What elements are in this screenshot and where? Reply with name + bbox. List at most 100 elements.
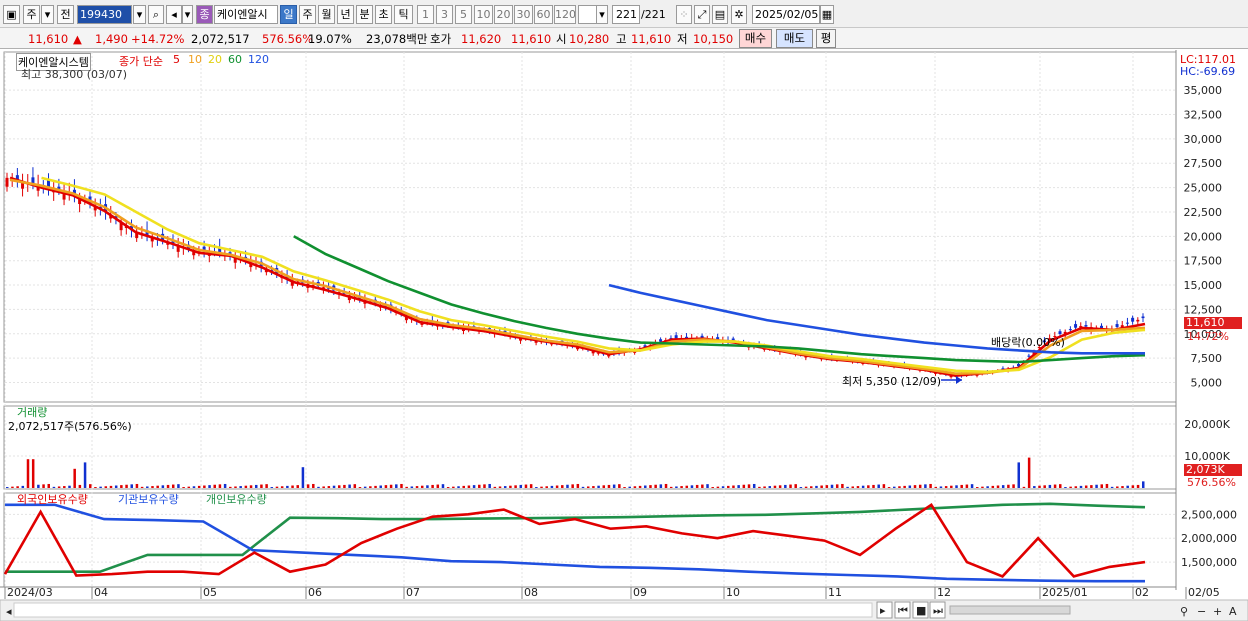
volume-bar	[965, 484, 969, 488]
volume-percent: 576.56%	[1187, 476, 1236, 489]
search-icon[interactable]: ⌕	[148, 5, 164, 24]
period-second-button[interactable]: 초	[375, 5, 392, 24]
ma-legend-20: 20	[208, 53, 222, 66]
volume-bar	[1027, 457, 1031, 488]
volume-bar	[794, 484, 797, 488]
volume-bar	[249, 485, 253, 488]
ask-value: 11,610	[511, 32, 552, 46]
volume-bar	[815, 485, 818, 488]
sound-dropdown-icon[interactable]: ▾	[182, 5, 193, 24]
interval-30-button[interactable]: 30	[514, 5, 533, 24]
volume-bar	[306, 484, 310, 488]
volume-bar	[908, 485, 912, 488]
interval-5-button[interactable]: 5	[455, 5, 472, 24]
sell-button[interactable]: 매도	[776, 29, 813, 48]
chart-tools-icon[interactable]: ⁘	[676, 5, 692, 24]
mode-dropdown-icon[interactable]: ▾	[41, 5, 54, 24]
volume-bar	[996, 485, 1000, 488]
period-minute-button[interactable]: 분	[356, 5, 373, 24]
line-draw-icon[interactable]: ⤢	[694, 5, 710, 24]
x-tick-label: 07	[406, 586, 420, 599]
mode-prev-button[interactable]: 전	[57, 5, 74, 24]
open-value: 10,280	[569, 32, 610, 46]
period-year-button[interactable]: 년	[337, 5, 354, 24]
volume-bar	[986, 486, 989, 488]
volume-bar	[21, 485, 25, 488]
volume-bar	[934, 486, 938, 488]
period-week-button[interactable]: 주	[299, 5, 316, 24]
volume-bar	[125, 484, 128, 488]
up-arrow-icon: ▲	[73, 32, 82, 46]
eval-button[interactable]: 평	[816, 29, 836, 48]
gear-icon[interactable]: ✲	[731, 5, 747, 24]
volume-bar	[1105, 483, 1109, 488]
stock-name-field[interactable]: 케이엔알시	[214, 5, 278, 24]
interval-3-button[interactable]: 3	[436, 5, 453, 24]
volume-bar	[950, 485, 953, 488]
mode-week-button[interactable]: 주	[23, 5, 40, 24]
volume-bar	[856, 486, 860, 488]
count-input[interactable]: 221	[612, 5, 640, 24]
volume-bar	[514, 485, 517, 488]
interval-60-button[interactable]: 60	[534, 5, 553, 24]
volume-bar	[695, 484, 699, 488]
volume-bar	[1090, 485, 1093, 488]
interval-20-button[interactable]: 20	[494, 5, 513, 24]
candle-body	[1131, 317, 1135, 322]
window-icon[interactable]: ▣	[3, 5, 20, 24]
volume-bar	[1069, 486, 1072, 488]
high-label: 고	[616, 32, 627, 46]
interval-dropdown-icon[interactable]: ▾	[596, 5, 608, 24]
scroll-right-icon: ▸	[880, 604, 886, 617]
volume-bar	[1100, 484, 1104, 488]
period-tick-button[interactable]: 틱	[394, 5, 413, 24]
stock-code-input[interactable]: 199430	[77, 5, 132, 24]
volume-bar	[773, 485, 777, 488]
volume-bar	[841, 483, 844, 488]
period-month-button[interactable]: 월	[318, 5, 335, 24]
interval-120-button[interactable]: 120	[554, 5, 576, 24]
volume-bar	[550, 485, 554, 488]
volume-bar	[229, 486, 232, 488]
candle-body	[5, 177, 9, 187]
interval-10-button[interactable]: 10	[474, 5, 493, 24]
buy-button[interactable]: 매수	[739, 29, 772, 48]
volume-bar	[57, 486, 61, 488]
x-tick-label: 12	[937, 586, 951, 599]
volume-bar	[675, 486, 678, 488]
volume-bar	[887, 487, 891, 488]
volume-bar	[1136, 484, 1140, 488]
volume-bar	[457, 486, 460, 488]
calendar-icon[interactable]: ▦	[820, 5, 834, 24]
volume-bar	[369, 486, 372, 488]
volume-bar	[16, 486, 19, 488]
volume-bar	[1121, 486, 1124, 488]
volume-bar	[78, 484, 82, 488]
scroll-track	[13, 602, 873, 618]
price-tick-label: 22,500	[1184, 206, 1223, 219]
volume-bar	[99, 486, 102, 488]
volume-bar	[804, 486, 808, 488]
volume-bar	[358, 487, 362, 488]
volume-bar	[607, 484, 611, 488]
sound-icon[interactable]: ◂	[166, 5, 182, 24]
save-icon[interactable]: ▤	[712, 5, 728, 24]
volume-bar	[727, 485, 730, 488]
volume-bar	[1001, 485, 1005, 488]
volume-bar	[810, 486, 813, 488]
text-size-icon: A	[1229, 605, 1237, 618]
date-input[interactable]: 2025/02/05	[752, 5, 820, 24]
volume-badge: 2,073K	[1184, 464, 1242, 476]
volume-bar	[835, 484, 839, 488]
volume-bar	[223, 483, 227, 488]
x-tick-label: 02/05	[1188, 586, 1220, 599]
volume-bar	[561, 485, 564, 488]
volume-bar	[68, 485, 71, 488]
volume-bar	[239, 486, 242, 488]
volume-bar	[633, 486, 637, 488]
volume-bar	[218, 484, 222, 488]
interval-1-button[interactable]: 1	[417, 5, 434, 24]
code-dropdown-icon[interactable]: ▾	[133, 5, 146, 24]
period-day-button[interactable]: 일	[280, 5, 297, 24]
volume-bar	[343, 484, 346, 488]
